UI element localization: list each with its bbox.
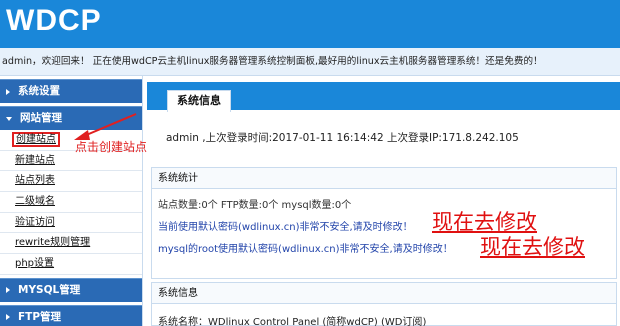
- sidebar-item-rewrite-rules[interactable]: rewrite规则管理: [0, 233, 142, 255]
- sidebar-section-label: 系统设置: [18, 85, 60, 97]
- change-mysql-password-link[interactable]: 现在去修改: [480, 231, 585, 261]
- tab-system-info[interactable]: 系统信息: [167, 90, 231, 112]
- top-header: WDCP: [0, 0, 620, 48]
- sidebar-section-system-settings[interactable]: 系统设置: [0, 79, 142, 103]
- sidebar-item-label: 二级域名: [15, 196, 55, 208]
- system-name: 系统名称：WDlinux Control Panel (简称wdCP): [158, 317, 378, 326]
- annotation-label: 点击创建站点: [75, 140, 148, 154]
- subscribe-link[interactable]: WD订阅: [385, 317, 423, 326]
- expand-arrow-icon: [6, 88, 10, 95]
- sidebar-item-php-settings[interactable]: php设置: [0, 254, 142, 275]
- sidebar-item-label: 验证访问: [15, 216, 55, 228]
- system-info-panel-title: 系统信息: [152, 283, 616, 304]
- sidebar-item-label: 新建站点: [15, 154, 55, 166]
- main-content: 系统信息 admin ,上次登录时间:2017-01-11 16:14:42 上…: [143, 76, 620, 326]
- collapse-arrow-icon: [6, 116, 12, 121]
- sidebar-section-mysql-management[interactable]: MYSQL管理: [0, 277, 142, 302]
- sidebar-item-subdomain[interactable]: 二级域名: [0, 192, 142, 213]
- app-logo: WDCP: [6, 4, 102, 37]
- stats-panel-title: 系统统计: [152, 168, 616, 189]
- sidebar-section-ftp-management[interactable]: FTP管理: [0, 304, 142, 326]
- sidebar-section-label: 网站管理: [20, 112, 62, 124]
- stats-counts: 站点数量:0个 FTP数量:0个 mysql数量:0个: [158, 200, 352, 211]
- tab-bar: 系统信息: [147, 82, 620, 112]
- sidebar-item-site-list[interactable]: 站点列表: [0, 171, 142, 193]
- sidebar-item-label: 创建站点: [12, 132, 60, 147]
- sidebar-item-label: 站点列表: [15, 175, 55, 187]
- welcome-bar: admin，欢迎回来！ 正在使用wdCP云主机linux服务器管理系统控制面板,…: [0, 48, 620, 76]
- system-info-panel: 系统信息 系统名称：WDlinux Control Panel (简称wdCP)…: [151, 282, 617, 326]
- sidebar-item-label: php设置: [15, 258, 55, 270]
- sidebar-item-label: rewrite规则管理: [15, 237, 91, 249]
- sidebar-item-auth-access[interactable]: 验证访问: [0, 213, 142, 234]
- expand-arrow-icon: [6, 314, 10, 321]
- sidebar-section-label: FTP管理: [18, 310, 62, 323]
- expand-arrow-icon: [6, 287, 10, 294]
- stats-panel: 系统统计 站点数量:0个 FTP数量:0个 mysql数量:0个 当前使用默认密…: [151, 167, 617, 279]
- sidebar-section-label: MYSQL管理: [18, 283, 81, 296]
- last-login-info: admin ,上次登录时间:2017-01-11 16:14:42 上次登录IP…: [166, 132, 519, 144]
